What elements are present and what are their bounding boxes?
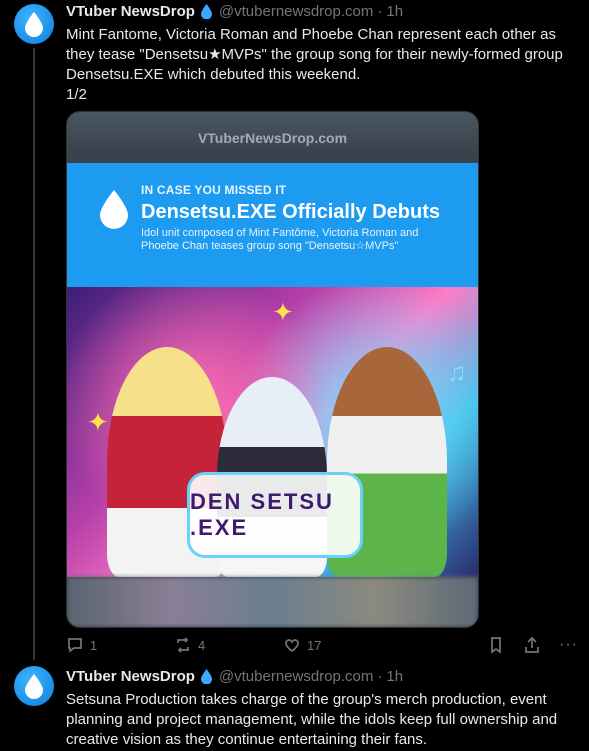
post-1-header: VTuber NewsDrop @vtubernewsdrop.com · 1h — [66, 3, 577, 20]
group-logo: DEN SETSU .EXE — [187, 472, 363, 558]
verified-droplet-icon — [200, 669, 212, 684]
reply-button[interactable]: 1 — [66, 636, 97, 654]
more-icon: ··· — [559, 636, 578, 653]
author-name[interactable]: VTuber NewsDrop — [66, 668, 195, 685]
reply-icon — [68, 638, 82, 653]
group-logo-text: DEN SETSU .EXE — [190, 489, 334, 540]
author-avatar[interactable] — [14, 4, 54, 44]
like-button[interactable]: 17 — [283, 636, 321, 654]
post-2-header: VTuber NewsDrop @vtubernewsdrop.com · 1h — [66, 668, 577, 685]
repost-icon — [177, 637, 189, 653]
watermark: VTuberNewsDrop.com — [197, 130, 348, 146]
droplet-logo-icon — [100, 190, 128, 229]
banner-headline: Densetsu.EXE Officially Debuts — [141, 201, 440, 223]
like-count: 17 — [307, 637, 322, 653]
author-handle[interactable]: @vtubernewsdrop.com — [219, 3, 373, 20]
post-1-image[interactable]: VTuberNewsDrop.com IN CASE YOU MISSED IT… — [66, 111, 479, 628]
repost-button[interactable]: 4 — [174, 636, 205, 654]
post-2[interactable]: VTuber NewsDrop @vtubernewsdrop.com · 1h… — [66, 668, 577, 750]
thread-connector-line — [33, 48, 35, 660]
post-time[interactable]: 1h — [386, 3, 403, 20]
blurred-image-edge — [67, 577, 478, 627]
author-handle[interactable]: @vtubernewsdrop.com — [219, 668, 373, 685]
bookmark-button[interactable] — [487, 636, 505, 654]
post-1-text: Mint Fantome, Victoria Roman and Phoebe … — [66, 26, 563, 103]
post-time[interactable]: 1h — [386, 668, 403, 685]
banner-subheadline: Idol unit composed of Mint Fantôme, Vict… — [141, 227, 419, 252]
share-icon — [525, 636, 539, 653]
reply-count: 1 — [90, 637, 98, 653]
post-1-actions: 1 4 17 ··· — [66, 636, 577, 656]
share-button[interactable] — [523, 636, 541, 654]
repost-count: 4 — [198, 637, 206, 653]
author-name[interactable]: VTuber NewsDrop — [66, 3, 195, 20]
post-1[interactable]: VTuber NewsDrop @vtubernewsdrop.com · 1h… — [66, 3, 577, 105]
star-decoration-icon: ✦ — [272, 297, 294, 327]
music-note-icon: ♫ — [447, 357, 467, 387]
news-banner: IN CASE YOU MISSED IT Densetsu.EXE Offic… — [67, 163, 478, 287]
post-2-text: Setsuna Production takes charge of the g… — [66, 691, 562, 748]
bookmark-icon — [491, 637, 501, 654]
banner-kicker: IN CASE YOU MISSED IT — [141, 183, 287, 197]
star-decoration-icon: ✦ — [87, 407, 109, 437]
droplet-avatar-icon — [25, 12, 43, 37]
more-options-button[interactable]: ··· — [559, 636, 578, 654]
key-visual-illustration: ✦ ✦ ♫ DEN SETSU .EXE — [67, 287, 478, 577]
separator-dot: · — [377, 3, 383, 20]
droplet-avatar-icon — [25, 674, 43, 699]
author-avatar[interactable] — [14, 666, 54, 706]
like-icon — [285, 639, 299, 653]
separator-dot: · — [377, 668, 383, 685]
verified-droplet-icon — [200, 4, 212, 19]
